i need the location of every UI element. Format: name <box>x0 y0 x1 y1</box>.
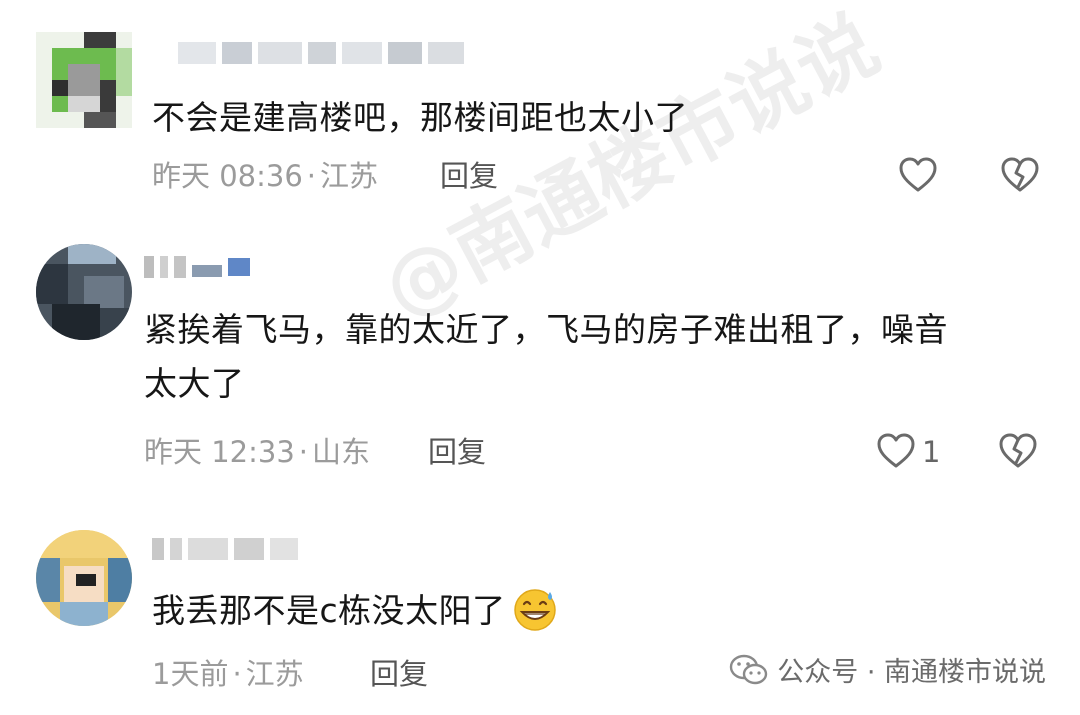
reply-button[interactable]: 回复 <box>370 654 428 694</box>
wechat-icon <box>730 654 768 684</box>
avatar[interactable] <box>36 530 132 626</box>
comment-location: 江苏 <box>245 657 304 691</box>
meta-separator: · <box>298 435 309 469</box>
meta-separator: · <box>306 159 317 193</box>
avatar[interactable] <box>36 32 132 128</box>
grinning-sweat-emoji <box>513 588 556 631</box>
reply-button[interactable]: 回复 <box>428 432 486 472</box>
comment-time: 昨天 08:36 <box>152 159 303 193</box>
username-blurred[interactable] <box>152 534 298 564</box>
comment-time: 1天前 <box>152 657 229 691</box>
reply-button[interactable]: 回复 <box>440 156 498 196</box>
footer-account-mark: 公众号 · 南通楼市说说 <box>729 650 1046 689</box>
broken-heart-icon[interactable] <box>1000 156 1040 194</box>
username-blurred[interactable] <box>178 38 464 68</box>
username-blurred[interactable] <box>144 252 250 282</box>
comment-location: 山东 <box>312 435 371 469</box>
comment-location: 江苏 <box>320 159 379 193</box>
comment-time: 昨天 12:33 <box>144 435 295 469</box>
heart-outline-icon[interactable] <box>898 156 938 194</box>
like-count: 1 <box>922 435 941 469</box>
comment-text: 不会是建高楼吧，那楼间距也太小了 <box>152 98 688 137</box>
avatar[interactable] <box>36 244 132 340</box>
comment-text: 紧挨着飞马，靠的太近了，飞马的房子难出租了，噪音 太大了 <box>144 310 948 403</box>
broken-heart-icon[interactable] <box>998 432 1038 470</box>
comment-meta: 1天前 · 江苏 <box>152 654 304 694</box>
heart-outline-icon[interactable] <box>876 432 916 470</box>
comment-text: 我丢那不是c栋没太阳了 <box>152 584 558 638</box>
footer-label: 公众号 · 南通楼市说说 <box>777 657 1046 688</box>
meta-separator: · <box>232 657 242 691</box>
comment-meta: 昨天 08:36 · 江苏 <box>152 156 378 196</box>
comment-meta: 昨天 12:33 · 山东 <box>144 432 370 472</box>
